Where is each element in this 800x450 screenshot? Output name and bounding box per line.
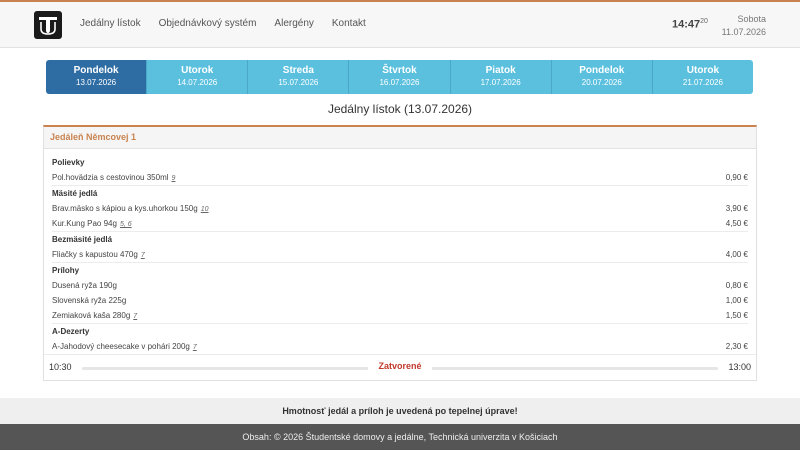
footer: Obsah: © 2026 Študentské domovy a jedáln… [0, 424, 800, 450]
opening-hours: 10:30 Zatvorené 13:00 [44, 354, 756, 380]
day-tab-date: 14.07.2026 [177, 78, 218, 87]
allergen-link[interactable]: 5, 6 [120, 221, 132, 228]
canteen-panel: Jedáleň Němcovej 1 Polievky Pol.hovädzia… [43, 125, 757, 381]
clock-seconds: 20 [700, 18, 708, 25]
day-tab-name: Streda [282, 65, 314, 76]
menu-item: Pol.hovädzia s cestovinou 350ml 9 0,90 € [52, 170, 748, 185]
day-tab-name: Utorok [686, 65, 720, 76]
menu-item: Slovenská ryža 225g 1,00 € [52, 293, 748, 308]
day-tab-date: 15.07.2026 [278, 78, 319, 87]
menu-item: Brav.mäsko s kápiou a kys.uhorkou 150g 10… [52, 201, 748, 216]
top-navbar: Jedálny lístok Objednávkový systém Alerg… [0, 0, 800, 48]
menu-item: Kur.Kung Pao 94g 5, 6 4,50 € [52, 216, 748, 231]
tuke-logo-icon[interactable] [34, 11, 62, 39]
current-date-value: 11.07.2026 [721, 27, 766, 37]
category-heading: A-Dezerty [52, 327, 90, 336]
menu-item-price: 1,50 € [725, 311, 748, 320]
current-weekday: Sobota [737, 14, 766, 24]
closing-time: 13:00 [728, 362, 751, 372]
day-tab-name: Pondelok [73, 65, 119, 76]
category-heading: Mäsité jedlá [52, 189, 98, 198]
category-heading: Prílohy [52, 266, 80, 275]
clock-time: 14:47 [672, 18, 701, 31]
day-tab-name: Piatok [485, 65, 516, 76]
day-tab-date: 16.07.2026 [379, 78, 420, 87]
weight-notice: Hmotnosť jedál a príloh je uvedená po te… [0, 398, 800, 424]
menu-item-label: Slovenská ryža 225g [52, 296, 127, 305]
day-tab[interactable]: Utorok 14.07.2026 [147, 60, 249, 94]
day-tab[interactable]: Utorok 21.07.2026 [652, 60, 753, 94]
menu-item-label: Zemiaková kaša 280g [52, 311, 131, 320]
day-tab-date: 17.07.2026 [480, 78, 521, 87]
category-heading: Bezmäsité jedlá [52, 235, 113, 244]
menu-item-label: Dusená ryža 190g [52, 281, 117, 290]
allergen-link[interactable]: 9 [172, 175, 176, 182]
main-nav: Jedálny lístok Objednávkový systém Alerg… [80, 18, 384, 29]
current-date: Sobota 11.07.2026 [722, 13, 766, 39]
allergen-link[interactable]: 7 [193, 344, 197, 351]
nav-objednavkovy-system[interactable]: Objednávkový systém [159, 18, 257, 29]
menu-item-label: A-Jahodový cheesecake v pohári 200g [52, 342, 190, 351]
day-tab[interactable]: Piatok 17.07.2026 [450, 60, 552, 94]
menu-item-label: Fliačky s kapustou 470g [52, 250, 138, 259]
clock: 14:4720 [672, 18, 708, 31]
menu-item-price: 4,00 € [725, 250, 748, 259]
nav-jedalny-listok[interactable]: Jedálny lístok [80, 18, 141, 29]
day-tab-name: Pondelok [579, 65, 625, 76]
day-tab[interactable]: Streda 15.07.2026 [248, 60, 350, 94]
menu-item-label: Kur.Kung Pao 94g [52, 219, 117, 228]
nav-alergeny[interactable]: Alergény [274, 18, 313, 29]
day-tabs: Pondelok 13.07.2026 Utorok 14.07.2026 Stre… [46, 60, 753, 94]
day-tab-date: 21.07.2026 [682, 78, 723, 87]
menu-item: Dusená ryža 190g 0,80 € [52, 278, 748, 293]
allergen-link[interactable]: 7 [133, 313, 137, 320]
menu-item: Fliačky s kapustou 470g 7 4,00 € [52, 247, 748, 262]
day-tab-date: 20.07.2026 [581, 78, 622, 87]
canteen-name: Jedáleň Němcovej 1 [44, 127, 756, 149]
menu-item-price: 2,30 € [725, 342, 748, 351]
day-tab-date: 13.07.2026 [76, 78, 117, 87]
category-heading: Polievky [52, 158, 85, 167]
page-title: Jedálny lístok (13.07.2026) [327, 102, 473, 116]
menu-item-price: 0,80 € [725, 281, 748, 290]
menu-item-price: 0,90 € [725, 173, 748, 182]
menu-item-label: Brav.mäsko s kápiou a kys.uhorkou 150g [52, 204, 198, 213]
menu-item-price: 4,50 € [725, 219, 748, 228]
day-tab[interactable]: Pondelok 13.07.2026 [46, 60, 148, 94]
day-tab-name: Utorok [181, 65, 214, 76]
allergen-link[interactable]: 7 [141, 252, 145, 259]
nav-kontakt[interactable]: Kontakt [332, 18, 366, 29]
status-wrap: Zatvorené [44, 361, 756, 371]
menu-item-price: 1,00 € [725, 296, 748, 305]
menu-item: A-Jahodový cheesecake v pohári 200g 7 2,30… [52, 339, 748, 354]
day-tab[interactable]: Pondelok 20.07.2026 [551, 60, 653, 94]
day-tab-name: Štvrtok [382, 65, 417, 76]
menu-list: Polievky Pol.hovädzia s cestovinou 350ml… [44, 149, 756, 354]
menu-item-price: 3,90 € [725, 204, 748, 213]
status-badge: Zatvorené [368, 361, 432, 371]
allergen-link[interactable]: 10 [201, 206, 209, 213]
day-tab[interactable]: Štvrtok 16.07.2026 [349, 60, 451, 94]
menu-item-label: Pol.hovädzia s cestovinou 350ml [52, 173, 169, 182]
menu-item: Zemiaková kaša 280g 7 1,50 € [52, 308, 748, 323]
